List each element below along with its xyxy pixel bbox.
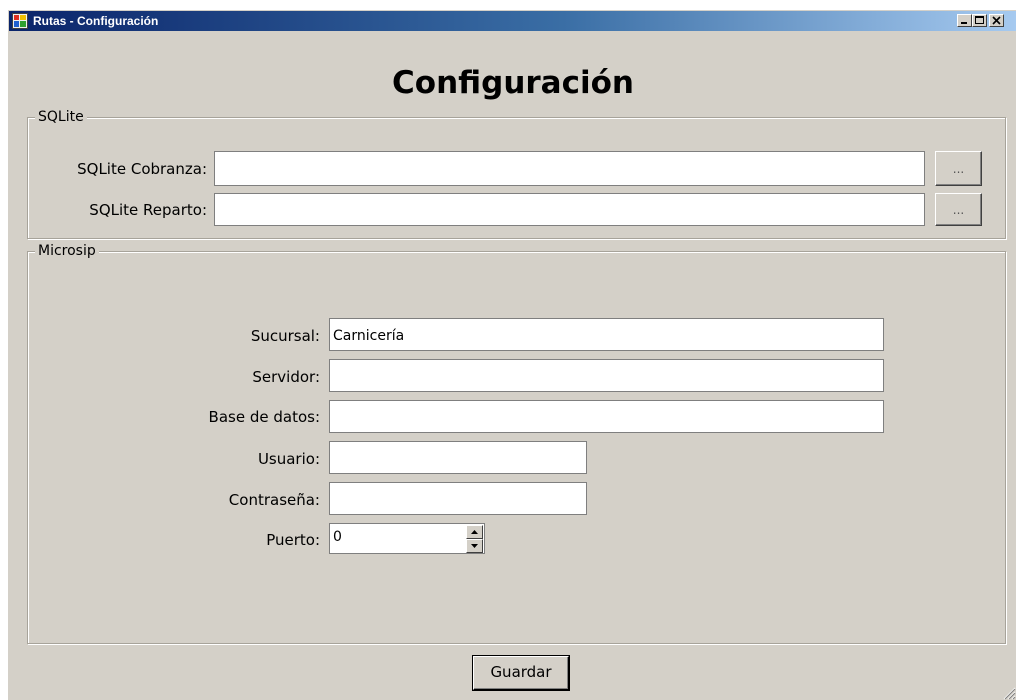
minimize-button[interactable] — [957, 14, 972, 27]
puerto-label: Puerto: — [266, 531, 320, 549]
sucursal-input[interactable] — [329, 318, 884, 351]
puerto-stepper[interactable]: 0 — [329, 523, 485, 554]
page-title: Configuración — [392, 65, 634, 101]
sqlite-cobranza-label: SQLite Cobranza: — [77, 160, 207, 178]
maximize-icon — [975, 16, 984, 24]
sqlite-cobranza-browse-button[interactable]: ... — [935, 151, 982, 186]
base-de-datos-label: Base de datos: — [208, 408, 320, 426]
title-bar[interactable]: Rutas - Configuración — [9, 11, 1016, 31]
close-icon — [992, 16, 1001, 25]
servidor-label: Servidor: — [252, 368, 320, 386]
arrow-up-icon — [471, 530, 478, 534]
sqlite-reparto-input[interactable] — [214, 193, 925, 226]
contrasena-input[interactable] — [329, 482, 587, 515]
contrasena-label: Contraseña: — [228, 491, 320, 509]
puerto-decrement-button[interactable] — [466, 539, 483, 553]
arrow-down-icon — [471, 544, 478, 548]
usuario-input[interactable] — [329, 441, 587, 474]
microsip-group-legend: Microsip — [35, 243, 99, 259]
puerto-increment-button[interactable] — [466, 525, 483, 539]
configuration-window: Rutas - Configuración Configuración SQLi… — [8, 10, 1016, 700]
sqlite-reparto-label: SQLite Reparto: — [89, 201, 207, 219]
puerto-value: 0 — [333, 529, 342, 545]
window-title: Rutas - Configuración — [33, 14, 159, 28]
sqlite-reparto-browse-button[interactable]: ... — [935, 193, 982, 226]
maximize-button[interactable] — [972, 14, 987, 27]
sucursal-label: Sucursal: — [250, 327, 320, 345]
base-de-datos-input[interactable] — [329, 400, 884, 433]
save-button[interactable]: Guardar — [473, 656, 569, 690]
close-button[interactable] — [989, 14, 1004, 27]
minimize-icon — [961, 22, 967, 24]
servidor-input[interactable] — [329, 359, 884, 392]
usuario-label: Usuario: — [257, 450, 320, 468]
app-window-icon[interactable] — [12, 13, 28, 29]
sqlite-cobranza-input[interactable] — [214, 151, 925, 186]
resize-grip-icon[interactable] — [1000, 684, 1016, 700]
sqlite-group-legend: SQLite — [35, 109, 87, 125]
